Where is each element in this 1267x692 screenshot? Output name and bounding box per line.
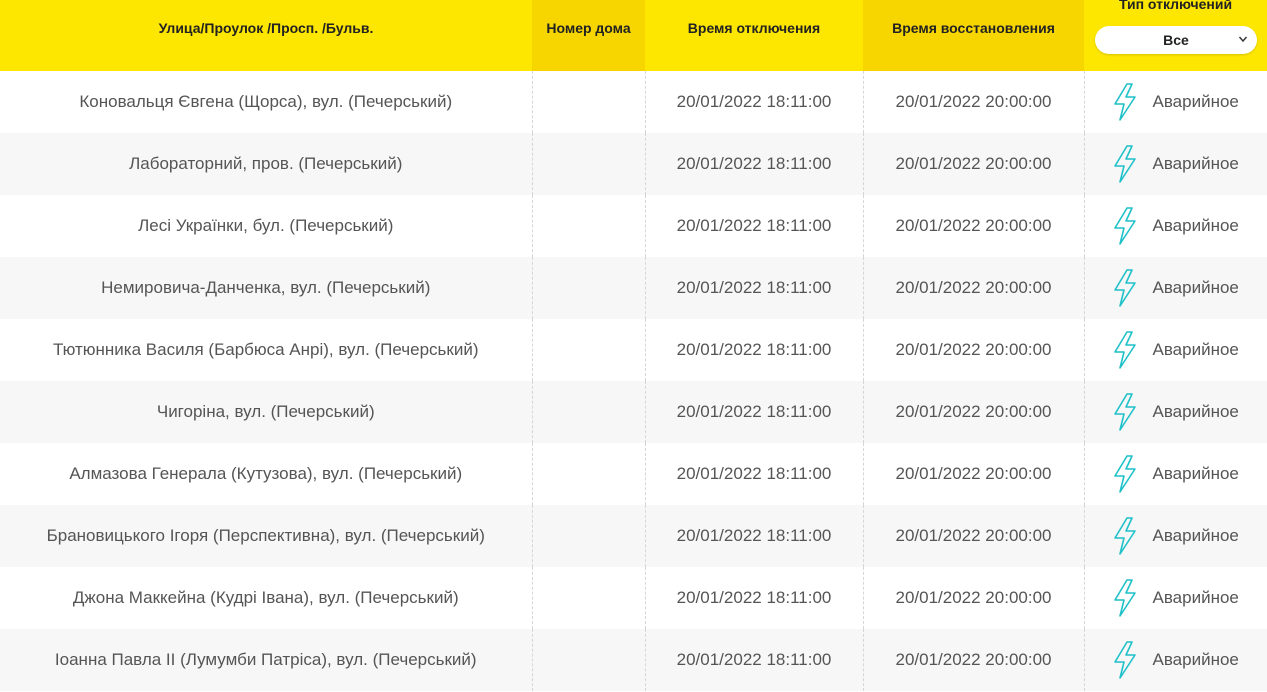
outage-type-label: Аварийное (1152, 154, 1239, 173)
street-cell: Алмазова Генерала (Кутузова), вул. (Пече… (0, 443, 533, 505)
restore-time-cell: 20/01/2022 20:00:00 (863, 567, 1085, 629)
restore-time-cell: 20/01/2022 20:00:00 (863, 505, 1085, 567)
lightning-icon (1113, 269, 1136, 307)
restore-time-cell: 20/01/2022 20:00:00 (863, 381, 1085, 443)
lightning-icon (1113, 517, 1136, 555)
house-cell (532, 257, 646, 319)
table-row: Коновальця Євгена (Щорса), вул. (Печерсь… (0, 71, 1267, 133)
type-column-header: Тип отключений Все (1084, 0, 1267, 71)
off-time-cell: 20/01/2022 18:11:00 (645, 195, 864, 257)
type-column-title: Тип отключений (1118, 0, 1233, 12)
table-row: Тютюнника Василя (Барбюса Анрі), вул. (П… (0, 319, 1267, 381)
lightning-icon (1113, 331, 1136, 369)
chevron-down-icon (1238, 36, 1248, 43)
table-body: Коновальця Євгена (Щорса), вул. (Печерсь… (0, 71, 1267, 691)
street-cell: Тютюнника Василя (Барбюса Анрі), вул. (П… (0, 319, 533, 381)
restore-time-cell: 20/01/2022 20:00:00 (863, 443, 1085, 505)
off-time-cell: 20/01/2022 18:11:00 (645, 443, 864, 505)
off-time-cell: 20/01/2022 18:11:00 (645, 133, 864, 195)
street-cell: Немировича-Данченка, вул. (Печерський) (0, 257, 533, 319)
table-row: Іоанна Павла II (Лумумби Патріса), вул. … (0, 629, 1267, 691)
lightning-icon (1113, 579, 1136, 617)
street-cell: Коновальця Євгена (Щорса), вул. (Печерсь… (0, 71, 533, 133)
house-cell (532, 133, 646, 195)
type-cell: Аварийное (1084, 71, 1267, 133)
restore-time-cell: 20/01/2022 20:00:00 (863, 195, 1085, 257)
type-cell: Аварийное (1084, 629, 1267, 691)
off-time-cell: 20/01/2022 18:11:00 (645, 505, 864, 567)
table-row: Брановицького Ігоря (Перспективна), вул.… (0, 505, 1267, 567)
off-time-column-header: Время отключения (645, 0, 863, 71)
off-time-cell: 20/01/2022 18:11:00 (645, 381, 864, 443)
type-cell: Аварийное (1084, 257, 1267, 319)
table-row: Джона Маккейна (Кудрі Івана), вул. (Пече… (0, 567, 1267, 629)
outage-table: Улица/Проулок /Просп. /Бульв. Номер дома… (0, 0, 1267, 691)
outage-type-label: Аварийное (1152, 278, 1239, 297)
street-cell: Іоанна Павла II (Лумумби Патріса), вул. … (0, 629, 533, 691)
off-time-cell: 20/01/2022 18:11:00 (645, 319, 864, 381)
outage-type-label: Аварийное (1152, 216, 1239, 235)
house-cell (532, 505, 646, 567)
table-row: Чигоріна, вул. (Печерський) 20/01/2022 1… (0, 381, 1267, 443)
outage-type-label: Аварийное (1152, 650, 1239, 669)
street-cell: Лабораторний, пров. (Печерський) (0, 133, 533, 195)
off-time-cell: 20/01/2022 18:11:00 (645, 629, 864, 691)
restore-time-cell: 20/01/2022 20:00:00 (863, 257, 1085, 319)
outage-type-label: Аварийное (1152, 92, 1239, 111)
street-column-header: Улица/Проулок /Просп. /Бульв. (0, 0, 532, 71)
outage-type-label: Аварийное (1152, 464, 1239, 483)
off-time-cell: 20/01/2022 18:11:00 (645, 257, 864, 319)
house-cell (532, 567, 646, 629)
lightning-icon (1113, 455, 1136, 493)
lightning-icon (1113, 207, 1136, 245)
outage-type-label: Аварийное (1152, 340, 1239, 359)
house-cell (532, 443, 646, 505)
house-cell (532, 381, 646, 443)
lightning-icon (1113, 83, 1136, 121)
type-filter-select[interactable]: Все (1095, 26, 1257, 54)
type-cell: Аварийное (1084, 195, 1267, 257)
type-cell: Аварийное (1084, 133, 1267, 195)
house-cell (532, 195, 646, 257)
street-cell: Лесі Українки, бул. (Печерський) (0, 195, 533, 257)
outage-type-label: Аварийное (1152, 402, 1239, 421)
street-cell: Брановицького Ігоря (Перспективна), вул.… (0, 505, 533, 567)
restore-time-column-header: Время восстановления (863, 0, 1084, 71)
off-time-cell: 20/01/2022 18:11:00 (645, 567, 864, 629)
house-cell (532, 629, 646, 691)
street-cell: Чигоріна, вул. (Печерський) (0, 381, 533, 443)
type-cell: Аварийное (1084, 319, 1267, 381)
table-row: Немировича-Данченка, вул. (Печерський) 2… (0, 257, 1267, 319)
type-cell: Аварийное (1084, 381, 1267, 443)
outage-type-label: Аварийное (1152, 588, 1239, 607)
lightning-icon (1113, 393, 1136, 431)
type-cell: Аварийное (1084, 443, 1267, 505)
table-row: Лесі Українки, бул. (Печерський) 20/01/2… (0, 195, 1267, 257)
restore-time-cell: 20/01/2022 20:00:00 (863, 71, 1085, 133)
street-cell: Джона Маккейна (Кудрі Івана), вул. (Пече… (0, 567, 533, 629)
table-row: Алмазова Генерала (Кутузова), вул. (Пече… (0, 443, 1267, 505)
lightning-icon (1113, 145, 1136, 183)
house-cell (532, 71, 646, 133)
table-row: Лабораторний, пров. (Печерський) 20/01/2… (0, 133, 1267, 195)
house-column-header: Номер дома (532, 0, 645, 71)
type-cell: Аварийное (1084, 567, 1267, 629)
table-header: Улица/Проулок /Просп. /Бульв. Номер дома… (0, 0, 1267, 71)
house-cell (532, 319, 646, 381)
restore-time-cell: 20/01/2022 20:00:00 (863, 319, 1085, 381)
off-time-cell: 20/01/2022 18:11:00 (645, 71, 864, 133)
lightning-icon (1113, 641, 1136, 679)
type-filter-value: Все (1163, 32, 1189, 48)
type-cell: Аварийное (1084, 505, 1267, 567)
restore-time-cell: 20/01/2022 20:00:00 (863, 133, 1085, 195)
outage-type-label: Аварийное (1152, 526, 1239, 545)
restore-time-cell: 20/01/2022 20:00:00 (863, 629, 1085, 691)
